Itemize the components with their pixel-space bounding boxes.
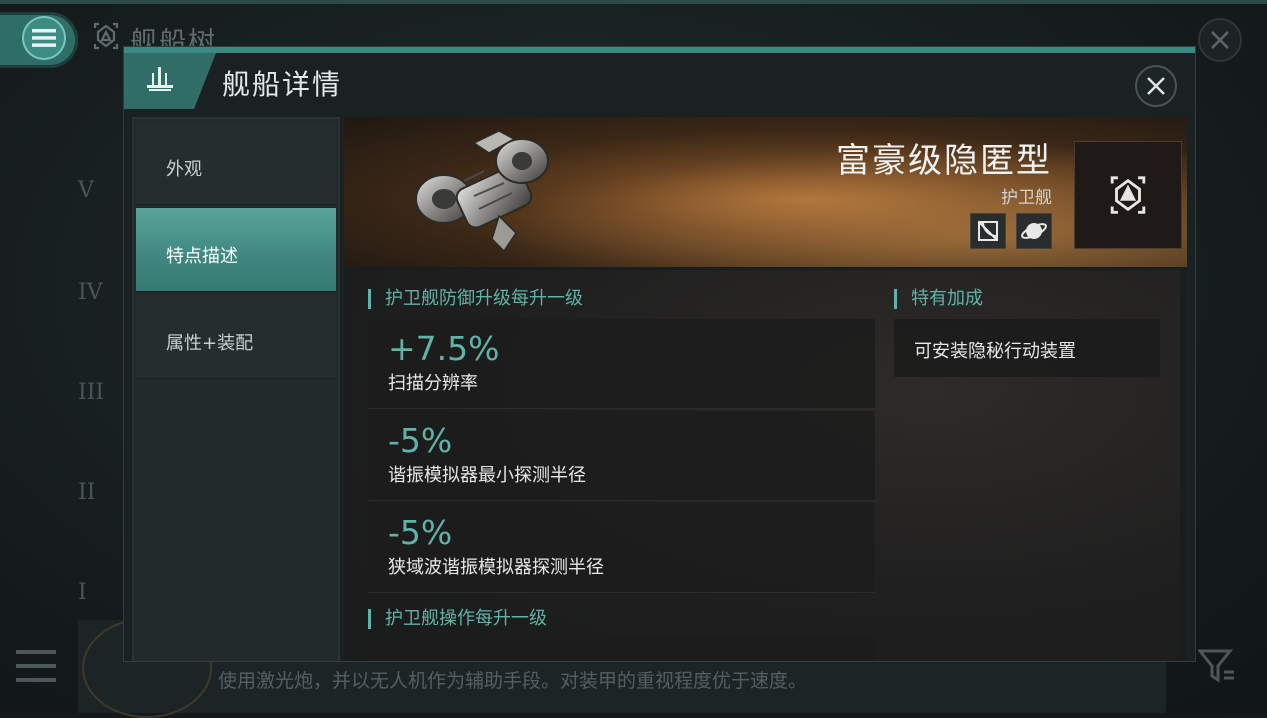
section-title-frigate-ops: 护卫舰操作每升一级 (368, 609, 547, 629)
role-icon-ewar[interactable] (970, 213, 1006, 249)
traits-content: 富豪级隐匿型 护卫舰 护卫舰防御升级每升一级 +7.5% 扫描分辨率 -5% 谐… (344, 117, 1187, 661)
special-bonus-item: 可安装隐秘行动装置 (894, 319, 1160, 377)
bonus-card: -5% 谐振模拟器最小探测半径 (368, 411, 875, 501)
tier-label-iii: III (78, 380, 105, 405)
tab-attributes-fitting-label: 属性+装配 (166, 333, 254, 354)
traits-panel: 护卫舰防御升级每升一级 +7.5% 扫描分辨率 -5% 谐振模拟器最小探测半径 … (352, 270, 1180, 661)
ship-type-icon (1110, 176, 1146, 214)
modal-header: 舰船详情 (124, 53, 1195, 111)
ship-class: 护卫舰 (1001, 188, 1052, 208)
background-top-line (0, 0, 1267, 4)
tier-label-v: V (78, 178, 94, 203)
details-sidebar: 外观 特点描述 属性+装配 (132, 117, 340, 661)
fleet-badge (124, 53, 194, 109)
bonus-value: -5% (388, 513, 453, 552)
ship-name: 富豪级隐匿型 (836, 141, 1052, 181)
bonus-card-partial (368, 638, 875, 661)
tier-label-ii: II (78, 480, 96, 505)
tab-traits[interactable]: 特点描述 (136, 208, 336, 292)
tier-label-i: I (78, 580, 87, 605)
fleet-badge-slant (194, 53, 216, 109)
list-icon[interactable] (16, 648, 56, 688)
ship-details-modal: 舰船详情 外观 特点描述 属性+装配 富豪级隐匿型 护卫舰 护卫舰防御升级每升一… (123, 46, 1196, 662)
background-description: 使用激光炮，并以无人机作为辅助手段。对装甲的重视程度优于速度。 (218, 670, 808, 692)
tab-appearance[interactable]: 外观 (136, 121, 336, 205)
role-icon-planet[interactable] (1016, 213, 1052, 249)
bonus-value: +7.5% (388, 329, 500, 368)
menu-icon (22, 16, 66, 60)
fleet-icon (147, 67, 173, 91)
tab-attributes-fitting[interactable]: 属性+装配 (136, 295, 336, 379)
close-icon (1211, 31, 1229, 49)
close-icon (1147, 77, 1165, 95)
tier-label-iv: IV (78, 280, 103, 305)
ship-image (415, 130, 549, 253)
close-button[interactable] (1135, 65, 1177, 107)
bonus-value: -5% (388, 421, 453, 460)
section-title-special: 特有加成 (894, 289, 983, 309)
section-title-frigate-defense: 护卫舰防御升级每升一级 (368, 289, 583, 309)
bonus-description: 狭域波谐振模拟器探测半径 (388, 557, 604, 578)
background-close-button[interactable] (1198, 18, 1242, 62)
bonus-description: 扫描分辨率 (388, 373, 478, 394)
bonus-card: +7.5% 扫描分辨率 (368, 319, 875, 409)
tab-appearance-label: 外观 (166, 159, 202, 180)
tab-traits-label: 特点描述 (166, 246, 238, 267)
ship-tree-icon (90, 20, 122, 59)
main-menu-button[interactable] (0, 12, 78, 68)
ship-type-badge (1074, 141, 1182, 249)
filter-icon[interactable] (1196, 648, 1236, 688)
modal-title: 舰船详情 (222, 68, 343, 101)
bonus-description: 谐振模拟器最小探测半径 (388, 465, 586, 486)
bonus-card: -5% 狭域波谐振模拟器探测半径 (368, 503, 875, 593)
